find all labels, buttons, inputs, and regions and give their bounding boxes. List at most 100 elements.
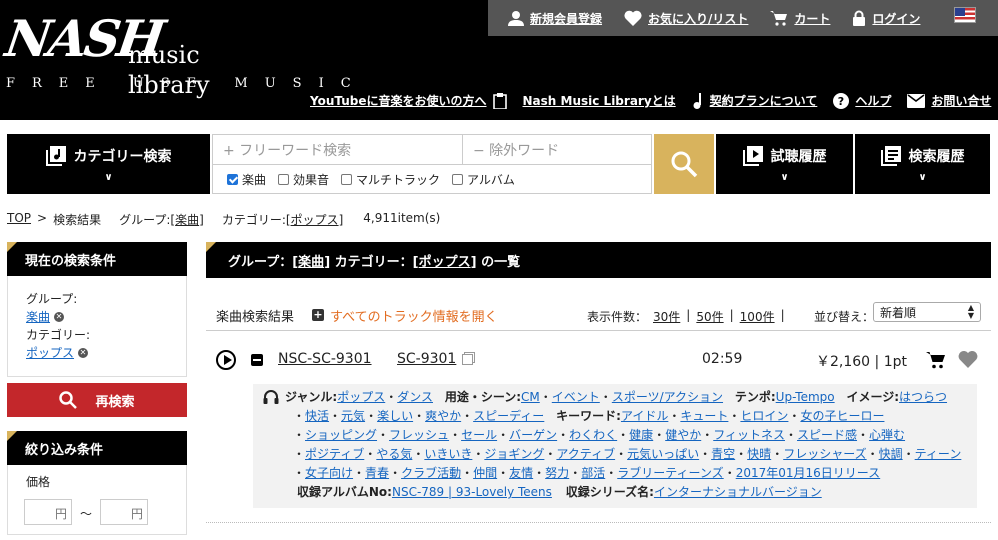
scene-link[interactable]: CM — [521, 390, 540, 404]
keyword-link[interactable]: ショッピング — [305, 428, 377, 442]
per-page-50[interactable]: 50件 — [696, 308, 723, 325]
genre-link[interactable]: ダンス — [397, 390, 433, 404]
listening-history-button[interactable]: 試聴履歴 ∨ — [716, 134, 853, 194]
keyword-link[interactable]: 健やか — [665, 428, 701, 442]
help-link[interactable]: ? ヘルプ — [833, 92, 891, 109]
image-link[interactable]: スピーディー — [473, 409, 544, 423]
album-link[interactable]: NSC-789 | 93-Lovely Teens — [392, 485, 552, 499]
search-submit-button[interactable] — [654, 134, 714, 194]
music-library-icon — [45, 145, 66, 166]
keyword-link[interactable]: 仲間 — [473, 466, 497, 480]
exclude-word-input[interactable]: − 除外ワード — [463, 135, 652, 165]
breadcrumb-category-link[interactable]: ポップス — [291, 213, 339, 227]
image-link[interactable]: 爽やか — [425, 409, 461, 423]
keyword-link[interactable]: バーゲン — [509, 428, 557, 442]
checkbox-album[interactable]: アルバム — [452, 171, 515, 188]
breadcrumb-group-link[interactable]: 楽曲 — [175, 213, 199, 227]
keyword-link[interactable]: ヒロイン — [740, 409, 788, 423]
checkbox-sfx[interactable]: 効果音 — [278, 171, 329, 188]
keyword-link[interactable]: わくわく — [569, 428, 617, 442]
heading-category-link[interactable]: ポップス — [419, 251, 471, 270]
keyword-link[interactable]: 青春 — [365, 466, 389, 480]
plan-label: 契約プランについて — [709, 94, 818, 108]
genre-link[interactable]: ポップス — [337, 390, 385, 404]
checkbox-multitrack-label: マルチトラック — [356, 173, 441, 187]
favorite-heart-icon[interactable] — [958, 350, 978, 368]
per-page-30[interactable]: 30件 — [653, 308, 680, 325]
register-link[interactable]: 新規会員登録 — [508, 10, 602, 27]
series-link[interactable]: インターナショナルバージョン — [654, 485, 822, 499]
us-flag-icon[interactable] — [954, 7, 976, 23]
remove-condition-icon[interactable]: ✕ — [78, 348, 89, 358]
track-short-link[interactable]: SC-9301 — [397, 351, 456, 367]
scene-link[interactable]: スポーツ/アクション — [612, 390, 723, 404]
cart-icon[interactable] — [926, 351, 946, 369]
login-link[interactable]: ログイン — [852, 10, 920, 27]
keyword-link[interactable]: 快調 — [879, 447, 903, 461]
category-search-label: カテゴリー検索 — [73, 148, 172, 165]
keyword-link[interactable]: 部活 — [581, 466, 605, 480]
collapse-icon[interactable] — [251, 354, 263, 366]
condition-group-tag: 楽曲 ✕ — [26, 308, 168, 326]
breadcrumb-top-link[interactable]: TOP — [7, 211, 31, 228]
keyword-link[interactable]: キュート — [680, 409, 728, 423]
tempo-link[interactable]: Up-Tempo — [776, 390, 835, 404]
image-link[interactable]: 楽しい — [377, 409, 413, 423]
scene-link[interactable]: イベント — [552, 390, 600, 404]
keyword-link[interactable]: 青空 — [711, 447, 735, 461]
checkbox-multitrack[interactable]: マルチトラック — [341, 171, 440, 188]
keyword-link[interactable]: スピード感 — [797, 428, 857, 442]
image-link[interactable]: 快活 — [305, 409, 329, 423]
keyword-link[interactable]: 心弾む — [869, 428, 905, 442]
category-search-button[interactable]: カテゴリー検索 ∨ — [7, 134, 210, 194]
keyword-link[interactable]: アイドル — [621, 409, 668, 423]
keyword-link[interactable]: 元気いっぱい — [627, 447, 699, 461]
image-link[interactable]: 元気 — [341, 409, 365, 423]
keyword-link[interactable]: ティーン — [915, 447, 962, 461]
condition-category-link[interactable]: ポップス — [26, 344, 74, 362]
site-logo[interactable]: NASH music library FREE USE MUSIC — [2, 9, 351, 102]
youtube-info-link[interactable]: YouTubeに音楽をお使いの方へ — [310, 92, 507, 109]
freeword-input[interactable]: + フリーワード検索 — [213, 135, 463, 165]
price-max-input[interactable]: 円 — [100, 499, 148, 525]
research-button[interactable]: 再検索 — [7, 383, 187, 417]
plan-link[interactable]: 契約プランについて — [692, 92, 818, 109]
release-date-link[interactable]: 2017年01月16日リリース — [736, 466, 880, 480]
copy-icon[interactable] — [462, 353, 474, 365]
keyword-link[interactable]: ジョギング — [484, 447, 544, 461]
keyword-link[interactable]: アクティブ — [556, 447, 615, 461]
about-link[interactable]: Nash Music Libraryとは — [523, 92, 676, 109]
price-min-input[interactable]: 円 — [24, 499, 72, 525]
keyword-link[interactable]: やる気 — [376, 447, 412, 461]
search-history-button[interactable]: 検索履歴 ∨ — [855, 134, 990, 194]
keyword-link[interactable]: クラブ活動 — [401, 466, 461, 480]
open-all-tracks-button[interactable]: + すべてのトラック情報を開く — [312, 306, 498, 325]
sort-select[interactable]: 新着順 ▲ ▼ — [873, 302, 981, 322]
favorites-link[interactable]: お気に入り/リスト — [624, 10, 748, 27]
condition-group-link[interactable]: 楽曲 — [26, 308, 50, 326]
heading-group-link[interactable]: 楽曲 — [298, 251, 324, 270]
keyword-link[interactable]: フィットネス — [713, 428, 785, 442]
keyword-link[interactable]: 女の子ヒーロー — [800, 409, 884, 423]
track-number-link[interactable]: NSC-SC-9301 — [278, 351, 372, 367]
keyword-link[interactable]: フレッシャーズ — [783, 447, 866, 461]
keyword-link[interactable]: いきいき — [424, 447, 472, 461]
keyword-link[interactable]: 健康 — [629, 428, 653, 442]
keyword-link[interactable]: セール — [461, 428, 497, 442]
remove-condition-icon[interactable]: ✕ — [54, 312, 65, 322]
keyword-link[interactable]: フレッシュ — [389, 428, 449, 442]
keyword-link[interactable]: 快晴 — [747, 447, 771, 461]
keyword-link[interactable]: ポジティブ — [305, 447, 364, 461]
keyword-link[interactable]: 努力 — [545, 466, 569, 480]
keyword-link[interactable]: 友情 — [509, 466, 533, 480]
image-link[interactable]: はつらつ — [899, 390, 947, 404]
keyword-link[interactable]: 女子向け — [305, 466, 353, 480]
checkbox-music[interactable]: 楽曲 — [227, 171, 266, 188]
checkbox-unchecked-icon — [341, 174, 353, 185]
keyword-link[interactable]: ラブリーティーンズ — [617, 466, 723, 480]
contact-link[interactable]: お問い合せ — [907, 92, 991, 109]
play-icon[interactable] — [216, 350, 236, 370]
search-icon — [671, 151, 698, 178]
cart-link[interactable]: カート — [770, 10, 830, 27]
per-page-100[interactable]: 100件 — [740, 308, 775, 325]
